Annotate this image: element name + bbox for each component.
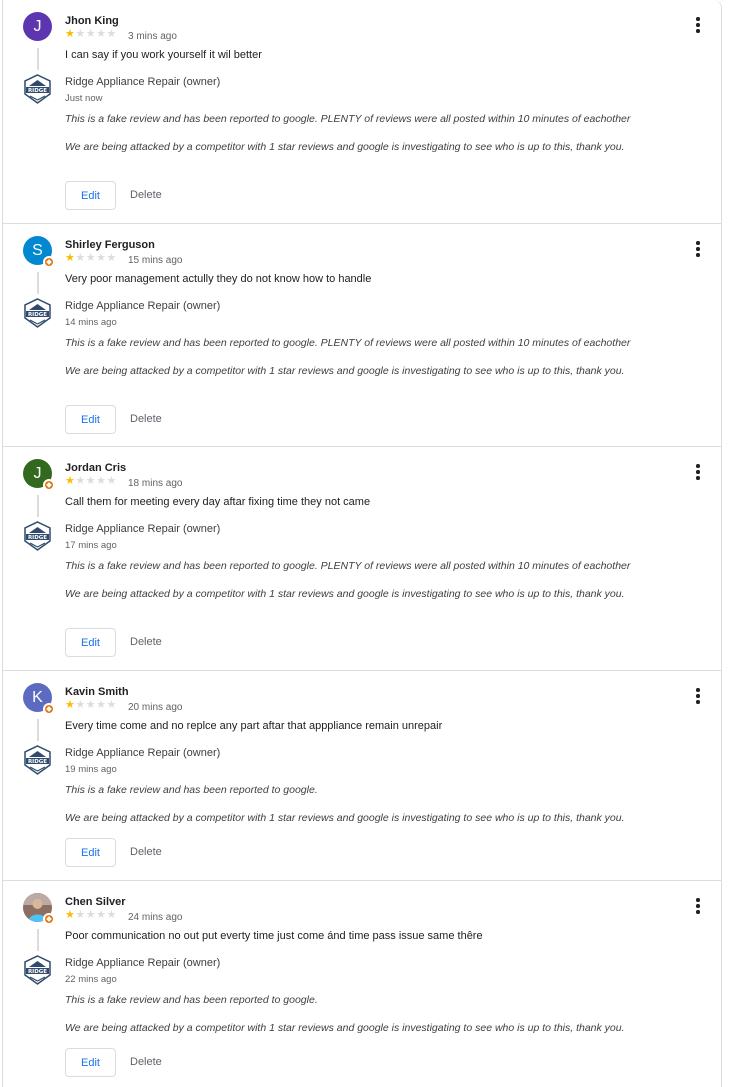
more-options-icon[interactable]	[691, 240, 705, 258]
svg-text:RIDGE: RIDGE	[28, 535, 47, 541]
thread-line	[37, 272, 39, 294]
more-options-icon[interactable]	[691, 16, 705, 34]
star-rating: ★★★★★	[65, 252, 117, 264]
business-logo: RIDGE	[23, 74, 52, 104]
owner-reply: This is a fake review and has been repor…	[65, 112, 645, 154]
edit-button[interactable]: Edit	[65, 628, 116, 657]
avatar[interactable]: J	[23, 459, 55, 491]
avatar[interactable]: S	[23, 236, 55, 268]
more-options-icon[interactable]	[691, 463, 705, 481]
thread-line	[37, 495, 39, 517]
local-guide-badge-icon	[43, 703, 55, 715]
reviews-list: J RIDGE Jhon King ★★★★★ 3 mins ago I can…	[2, 0, 722, 1087]
owner-reply: This is a fake review and has been repor…	[65, 783, 645, 825]
owner-reply: This is a fake review and has been repor…	[65, 559, 645, 601]
business-logo: RIDGE	[23, 745, 52, 775]
review-card: RIDGE Chen Silver ★★★★★ 24 mins ago Poor…	[3, 881, 721, 1087]
delete-button[interactable]: Delete	[130, 189, 162, 201]
star-rating: ★★★★★	[65, 699, 117, 711]
owner-reply-time: 19 mins ago	[65, 764, 117, 775]
review-text: Every time come and no replce any part a…	[65, 720, 443, 732]
owner-reply-paragraph: This is a fake review and has been repor…	[65, 560, 631, 572]
business-logo: RIDGE	[23, 298, 52, 328]
reviewer-name[interactable]: Jhon King	[65, 15, 119, 27]
owner-reply-paragraph: We are being attacked by a competitor wi…	[65, 812, 625, 824]
review-card: S RIDGE Shirley Ferguson ★★★★★ 15 mins a…	[3, 224, 721, 447]
owner-reply-time: 22 mins ago	[65, 974, 117, 985]
owner-reply: This is a fake review and has been repor…	[65, 993, 645, 1035]
review-text: Poor communication no out put everty tim…	[65, 930, 483, 942]
owner-reply-paragraph: We are being attacked by a competitor wi…	[65, 141, 625, 153]
review-text: I can say if you work yourself it wil be…	[65, 49, 262, 61]
owner-reply: This is a fake review and has been repor…	[65, 336, 645, 378]
svg-text:RIDGE: RIDGE	[28, 88, 47, 94]
owner-name: Ridge Appliance Repair (owner)	[65, 76, 221, 88]
owner-name: Ridge Appliance Repair (owner)	[65, 747, 221, 759]
owner-reply-paragraph: This is a fake review and has been repor…	[65, 113, 631, 125]
review-card: J RIDGE Jhon King ★★★★★ 3 mins ago I can…	[3, 0, 721, 224]
reviewer-name[interactable]: Chen Silver	[65, 896, 126, 908]
owner-reply-paragraph: We are being attacked by a competitor wi…	[65, 365, 625, 377]
star-rating: ★★★★★	[65, 475, 117, 487]
svg-text:RIDGE: RIDGE	[28, 969, 47, 975]
owner-reply-paragraph: We are being attacked by a competitor wi…	[65, 588, 625, 600]
review-text: Call them for meeting every day aftar fi…	[65, 496, 371, 508]
svg-text:RIDGE: RIDGE	[28, 759, 47, 765]
review-card: K RIDGE Kavin Smith ★★★★★ 20 mins ago Ev…	[3, 671, 721, 881]
review-time: 24 mins ago	[128, 912, 183, 923]
edit-button[interactable]: Edit	[65, 1048, 116, 1077]
owner-name: Ridge Appliance Repair (owner)	[65, 957, 221, 969]
delete-button[interactable]: Delete	[130, 1056, 162, 1068]
owner-reply-time: 17 mins ago	[65, 540, 117, 551]
more-options-icon[interactable]	[691, 687, 705, 705]
local-guide-badge-icon	[43, 479, 55, 491]
svg-text:RIDGE: RIDGE	[28, 312, 47, 318]
star-rating: ★★★★★	[65, 909, 117, 921]
star-rating: ★★★★★	[65, 28, 117, 40]
owner-reply-paragraph: This is a fake review and has been repor…	[65, 337, 631, 349]
owner-reply-time: Just now	[65, 93, 103, 104]
review-time: 18 mins ago	[128, 478, 183, 489]
avatar[interactable]: K	[23, 683, 55, 715]
thread-line	[37, 48, 39, 70]
avatar[interactable]: J	[23, 12, 52, 41]
edit-button[interactable]: Edit	[65, 405, 116, 434]
review-time: 20 mins ago	[128, 702, 183, 713]
owner-reply-time: 14 mins ago	[65, 317, 117, 328]
owner-reply-paragraph: This is a fake review and has been repor…	[65, 784, 318, 796]
owner-reply-paragraph: This is a fake review and has been repor…	[65, 994, 318, 1006]
avatar[interactable]	[23, 893, 55, 925]
delete-button[interactable]: Delete	[130, 413, 162, 425]
delete-button[interactable]: Delete	[130, 636, 162, 648]
reviewer-name[interactable]: Shirley Ferguson	[65, 239, 155, 251]
business-logo: RIDGE	[23, 955, 52, 985]
review-time: 3 mins ago	[128, 31, 177, 42]
edit-button[interactable]: Edit	[65, 838, 116, 867]
edit-button[interactable]: Edit	[65, 181, 116, 210]
more-options-icon[interactable]	[691, 897, 705, 915]
local-guide-badge-icon	[43, 913, 55, 925]
local-guide-badge-icon	[43, 256, 55, 268]
thread-line	[37, 929, 39, 951]
review-text: Very poor management actully they do not…	[65, 273, 372, 285]
thread-line	[37, 719, 39, 741]
delete-button[interactable]: Delete	[130, 846, 162, 858]
owner-name: Ridge Appliance Repair (owner)	[65, 300, 221, 312]
owner-reply-paragraph: We are being attacked by a competitor wi…	[65, 1022, 625, 1034]
reviewer-name[interactable]: Kavin Smith	[65, 686, 129, 698]
review-time: 15 mins ago	[128, 255, 183, 266]
reviewer-name[interactable]: Jordan Cris	[65, 462, 126, 474]
owner-name: Ridge Appliance Repair (owner)	[65, 523, 221, 535]
business-logo: RIDGE	[23, 521, 52, 551]
review-card: J RIDGE Jordan Cris ★★★★★ 18 mins ago Ca…	[3, 447, 721, 671]
